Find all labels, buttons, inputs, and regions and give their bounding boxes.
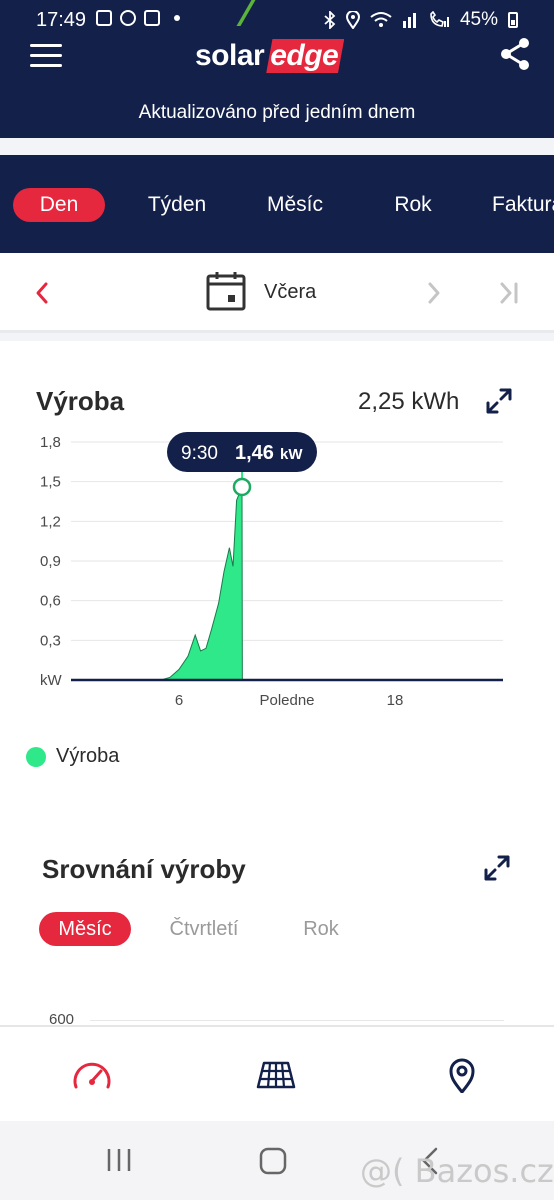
home-icon[interactable] <box>259 1147 287 1175</box>
period-tabs: Den Týden Měsíc Rok Faktura <box>0 155 554 253</box>
status-time: 17:49 <box>36 9 87 31</box>
tab-month[interactable]: Měsíc <box>250 188 340 222</box>
shield-icon <box>120 10 136 26</box>
y-tick-label: 0,6 <box>40 593 61 610</box>
x-tick-label: Poledne <box>259 692 314 709</box>
image-icon <box>96 10 112 26</box>
tab-invoice[interactable]: Faktura <box>480 188 554 222</box>
bottom-navigation <box>0 1025 554 1121</box>
chevron-left-icon[interactable] <box>34 281 50 305</box>
x-tick-label: 18 <box>387 692 404 709</box>
dashboard-icon[interactable] <box>72 1057 112 1093</box>
last-updated-text: Aktualizováno před jedním dnem <box>138 102 416 123</box>
status-bar: 17:49 45% <box>0 0 554 40</box>
comparison-title: Srovnání výroby <box>42 854 246 884</box>
watermark: @( Bazos.cz <box>360 1152 554 1190</box>
mail-icon <box>144 10 160 26</box>
calendar-icon[interactable] <box>206 271 246 311</box>
y-tick-label: 0,9 <box>40 553 61 570</box>
dot-icon <box>174 15 180 21</box>
logo-text-edge: edge <box>266 39 345 73</box>
hamburger-menu-icon[interactable] <box>30 44 62 68</box>
comparison-tab-year[interactable]: Rok <box>290 912 352 946</box>
location-icon <box>345 11 360 29</box>
battery-percent: 45% <box>459 9 498 30</box>
legend-label: Výroba <box>56 745 120 767</box>
bluetooth-icon <box>324 11 336 29</box>
tooltip-time: 9:30 <box>181 443 218 464</box>
expand-icon[interactable] <box>485 387 513 415</box>
skip-to-end-icon[interactable] <box>498 281 520 305</box>
tooltip-value: 1,46 <box>235 442 274 464</box>
location-pin-icon[interactable] <box>442 1057 482 1093</box>
legend-marker <box>26 746 46 767</box>
y-tick-label: kW <box>40 672 63 689</box>
chart-legend: Výroba <box>26 745 119 768</box>
y-tick-label: 1,5 <box>40 474 61 491</box>
chevron-right-icon[interactable] <box>426 281 442 305</box>
y-tick-label: 0,3 <box>40 632 61 649</box>
selected-date: Včera <box>264 281 317 303</box>
production-chart[interactable]: 1,8 1,5 1,2 0,9 0,6 0,3 kW 6 Poledne 18 9:30 1,46 kW <box>0 420 554 720</box>
tab-day[interactable]: Den <box>13 188 105 222</box>
separator <box>0 138 554 155</box>
series-area-vyroba <box>160 486 243 681</box>
expand-icon[interactable] <box>483 854 511 882</box>
status-icons-left <box>96 10 180 26</box>
call-icon <box>430 11 449 27</box>
x-tick-label: 6 <box>175 692 183 709</box>
wallpaper-accent <box>222 0 256 26</box>
battery-icon <box>508 12 518 28</box>
solaredge-logo: solar edge <box>195 38 345 74</box>
production-total: 2,25 kWh <box>358 388 460 415</box>
y-tick-label: 1,2 <box>40 513 61 530</box>
production-title: Výroba <box>36 386 125 416</box>
date-selector: Včera <box>0 253 554 333</box>
recent-apps-icon[interactable] <box>105 1147 133 1173</box>
status-icons-right: 45% <box>324 9 518 31</box>
solar-panel-icon[interactable] <box>256 1057 296 1093</box>
tab-week[interactable]: Týden <box>134 188 220 222</box>
y-tick-label: 1,8 <box>40 434 61 451</box>
highlight-point <box>232 477 252 497</box>
separator <box>0 333 554 341</box>
logo-text-solar: solar <box>195 39 265 72</box>
comparison-tab-month[interactable]: Měsíc <box>39 912 131 946</box>
share-icon[interactable] <box>498 36 532 72</box>
tooltip-unit: kW <box>280 446 303 463</box>
comparison-gridline <box>90 1020 504 1021</box>
comparison-tab-quarter[interactable]: Čtvrtletí <box>156 912 252 946</box>
signal-icon <box>402 13 416 28</box>
app-header: solar edge Aktualizováno před jedním dnem <box>0 38 554 138</box>
wifi-icon <box>370 12 392 27</box>
tab-year[interactable]: Rok <box>378 188 448 222</box>
